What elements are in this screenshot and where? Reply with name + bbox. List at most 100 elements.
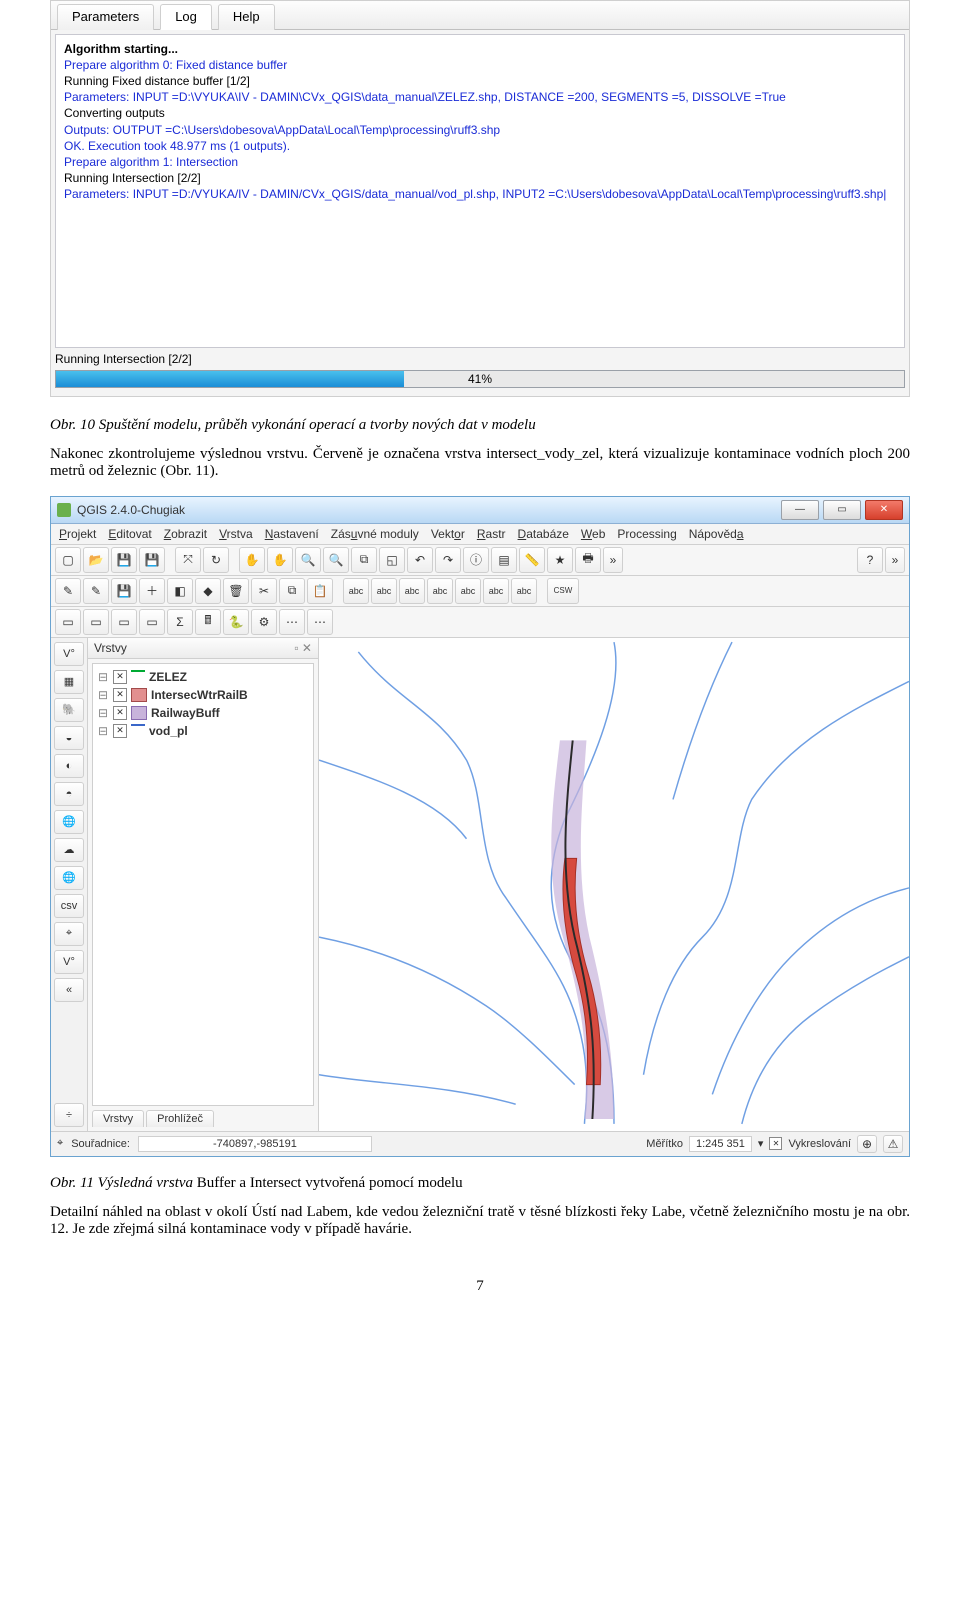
toolbar-overflow-icon[interactable]: » — [885, 547, 905, 573]
menu-napoveda[interactable]: Nápověda — [689, 527, 744, 541]
processing-icon[interactable]: ⚙ — [251, 609, 277, 635]
close-button[interactable]: ✕ — [865, 500, 903, 520]
add-csv-icon[interactable]: csv — [54, 894, 84, 918]
layer-row[interactable]: ⊟✕ RailwayBuff — [97, 704, 309, 722]
render-checkbox[interactable]: ✕ — [769, 1137, 782, 1150]
tab-vrstvy[interactable]: Vrstvy — [92, 1110, 144, 1127]
label-icon[interactable]: abc — [399, 578, 425, 604]
maximize-button[interactable]: ▭ — [823, 500, 861, 520]
tab-log[interactable]: Log — [160, 4, 212, 30]
map-canvas[interactable] — [319, 638, 909, 1131]
paste-icon[interactable]: 📋 — [307, 578, 333, 604]
edit-icon[interactable]: ✎ — [83, 578, 109, 604]
new-project-icon[interactable]: ▢ — [55, 547, 81, 573]
help-icon[interactable]: ? — [857, 547, 883, 573]
zoom-native-icon[interactable]: ⧉ — [351, 547, 377, 573]
menu-web[interactable]: Web — [581, 527, 605, 541]
cut-icon[interactable]: ✂ — [251, 578, 277, 604]
add-postgis-icon[interactable]: 🐘 — [54, 698, 84, 722]
scale-dropdown-icon[interactable]: ▾ — [758, 1137, 764, 1150]
add-spatialite-icon[interactable]: ◒ — [54, 726, 84, 750]
label-icon[interactable]: abc — [427, 578, 453, 604]
log-line: Running Fixed distance buffer [1/2] — [64, 73, 896, 89]
zoom-out-icon[interactable]: 🔍 — [323, 547, 349, 573]
add-mssql-icon[interactable]: ◐ — [54, 754, 84, 778]
messages-icon[interactable]: ⚠ — [883, 1135, 903, 1153]
add-raster-icon[interactable]: ▦ — [54, 670, 84, 694]
bookmark-icon[interactable]: ★ — [547, 547, 573, 573]
zoom-full-icon[interactable]: ⤧ — [175, 547, 201, 573]
select-icon[interactable]: ▭ — [55, 609, 81, 635]
zoom-layer-icon[interactable]: ◱ — [379, 547, 405, 573]
layer-name: vod_pl — [149, 724, 188, 738]
deselect-icon[interactable]: ▭ — [139, 609, 165, 635]
new-vector-icon[interactable]: V° — [54, 950, 84, 974]
more-icon[interactable]: ⋯ — [279, 609, 305, 635]
open-icon[interactable]: 📂 — [83, 547, 109, 573]
measure-icon[interactable]: 📏 — [519, 547, 545, 573]
add-wms-icon[interactable]: 🌐 — [54, 810, 84, 834]
label-icon[interactable]: abc — [511, 578, 537, 604]
zoom-in-icon[interactable]: 🔍 — [295, 547, 321, 573]
save-edits-icon[interactable]: 💾 — [111, 578, 137, 604]
tab-help[interactable]: Help — [218, 4, 275, 30]
add-gpx-icon[interactable]: ⌖ — [54, 922, 84, 946]
toolbar-overflow-icon[interactable]: » — [603, 547, 623, 573]
more-icon[interactable]: ⋯ — [307, 609, 333, 635]
stats-icon[interactable]: Σ — [167, 609, 193, 635]
panel-controls[interactable]: ▫ ✕ — [294, 641, 312, 655]
menu-vrstva[interactable]: Vrstva — [219, 527, 253, 541]
menu-processing[interactable]: Processing — [617, 527, 676, 541]
add-wfs-icon[interactable]: 🌐 — [54, 866, 84, 890]
menu-nastaveni[interactable]: Nastavení — [265, 527, 319, 541]
calc-icon[interactable]: 🖩 — [195, 609, 221, 635]
menu-databaze[interactable]: Databáze — [518, 527, 569, 541]
node-tool-icon[interactable]: ◆ — [195, 578, 221, 604]
minimize-button[interactable]: — — [781, 500, 819, 520]
layer-row[interactable]: ⊟✕ IntersecWtrRailB — [97, 686, 309, 704]
identify-icon[interactable]: ⓘ — [463, 547, 489, 573]
label-icon[interactable]: abc — [343, 578, 369, 604]
label-icon[interactable]: abc — [455, 578, 481, 604]
tab-prohlizec[interactable]: Prohlížeč — [146, 1110, 214, 1127]
menu-zobrazit[interactable]: Zobrazit — [164, 527, 207, 541]
pan-icon[interactable]: ✋ — [239, 547, 265, 573]
collapse-icon[interactable]: « — [54, 978, 84, 1002]
select-icon[interactable]: ▭ — [83, 609, 109, 635]
page-number: 7 — [50, 1278, 910, 1295]
refresh-icon[interactable]: ↻ — [203, 547, 229, 573]
log-line: Prepare algorithm 0: Fixed distance buff… — [64, 57, 896, 73]
tab-parameters[interactable]: Parameters — [57, 4, 154, 30]
menu-vektor[interactable]: Vektor — [431, 527, 465, 541]
move-feature-icon[interactable]: ◧ — [167, 578, 193, 604]
pan-selection-icon[interactable]: ✋ — [267, 547, 293, 573]
layer-row[interactable]: ⊟✕ ZELEZ — [97, 668, 309, 686]
coord-label: Souřadnice: — [71, 1138, 130, 1150]
select-icon[interactable]: ▭ — [111, 609, 137, 635]
add-feature-icon[interactable]: ＋ — [139, 578, 165, 604]
add-vector-icon[interactable]: V° — [54, 642, 84, 666]
expand-icon[interactable]: ÷ — [54, 1103, 84, 1127]
menu-zasuvne[interactable]: Zásuvné moduly — [331, 527, 419, 541]
save-icon[interactable]: 💾 — [111, 547, 137, 573]
add-oracle-icon[interactable]: ◓ — [54, 782, 84, 806]
menu-rastr[interactable]: Rastr — [477, 527, 506, 541]
label-icon[interactable]: abc — [483, 578, 509, 604]
csw-icon[interactable]: CSW — [547, 578, 579, 604]
menu-projekt[interactable]: Projekt — [59, 527, 96, 541]
add-wcs-icon[interactable]: ☁ — [54, 838, 84, 862]
crs-icon[interactable]: ⊕ — [857, 1135, 877, 1153]
print-composer-icon[interactable]: 🖶 — [575, 547, 601, 573]
label-icon[interactable]: abc — [371, 578, 397, 604]
menu-editovat[interactable]: Editovat — [108, 527, 151, 541]
zoom-next-icon[interactable]: ↷ — [435, 547, 461, 573]
scale-value[interactable]: 1:245 351 — [689, 1136, 752, 1152]
delete-icon[interactable]: 🗑 — [223, 578, 249, 604]
edit-icon[interactable]: ✎ — [55, 578, 81, 604]
attribute-table-icon[interactable]: ▤ — [491, 547, 517, 573]
layer-row[interactable]: ⊟✕ vod_pl — [97, 722, 309, 740]
zoom-last-icon[interactable]: ↶ — [407, 547, 433, 573]
copy-icon[interactable]: ⧉ — [279, 578, 305, 604]
save-as-icon[interactable]: 💾 — [139, 547, 165, 573]
python-icon[interactable]: 🐍 — [223, 609, 249, 635]
